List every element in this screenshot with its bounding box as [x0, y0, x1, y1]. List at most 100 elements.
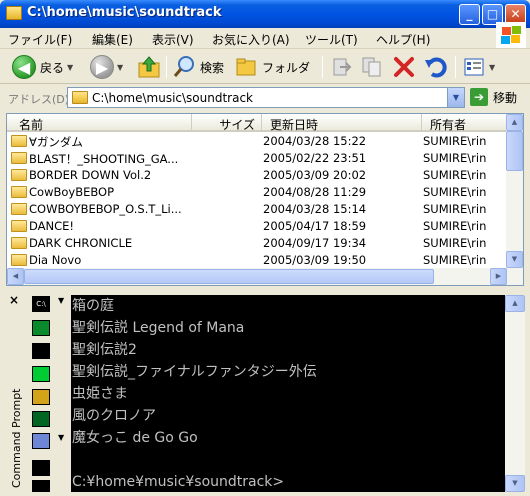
wrench-icon[interactable]: [32, 433, 50, 449]
undo-button[interactable]: [423, 54, 447, 80]
file-row[interactable]: DARK CHRONICLE 2004/09/17 19:34 SUMIRE\r…: [7, 235, 507, 252]
chevron-down-icon[interactable]: ▼: [58, 433, 64, 442]
export-arrow-icon[interactable]: [32, 389, 50, 405]
title-bar[interactable]: C:\home\music\soundtrack _ □ ✕: [0, 0, 530, 28]
file-name: BLAST！_SHOOTING_GA...: [29, 152, 179, 166]
file-owner: SUMIRE\rin: [423, 151, 487, 165]
move-to-button[interactable]: [330, 54, 354, 80]
copy-window-icon[interactable]: [32, 460, 50, 476]
close-icon[interactable]: ×: [9, 293, 19, 307]
scroll-down-icon[interactable]: ▼: [505, 475, 525, 492]
up-folder-button[interactable]: [137, 54, 161, 80]
file-modified: 2004/03/28 15:22: [263, 134, 367, 148]
column-header-size[interactable]: サイズ: [192, 114, 262, 132]
file-owner: SUMIRE\rin: [423, 253, 487, 267]
black-window-icon[interactable]: [32, 343, 50, 359]
copy-to-button[interactable]: [360, 54, 384, 80]
column-header-name[interactable]: 名前: [7, 114, 192, 132]
file-row[interactable]: BLAST！_SHOOTING_GA... 2005/02/22 23:51 S…: [7, 150, 507, 167]
address-value[interactable]: C:\home\music\soundtrack: [92, 91, 253, 105]
menu-view[interactable]: 表示(V): [152, 31, 194, 48]
folder-icon: [11, 169, 27, 181]
file-row[interactable]: CowBoyBEBOP 2004/08/28 11:29 SUMIRE\rin: [7, 184, 507, 201]
menu-help[interactable]: ヘルプ(H): [376, 31, 430, 48]
cmd-prompt-icon[interactable]: C:\: [32, 296, 50, 312]
back-arrow-icon: ◀: [12, 55, 36, 79]
chevron-down-icon[interactable]: ▼: [67, 63, 73, 72]
console-line: 虫姫さま: [72, 386, 128, 402]
console-scrollbar[interactable]: ▲ ▼: [505, 295, 525, 492]
folders-label: フォルダ: [262, 60, 311, 75]
file-name: Dia Novo: [29, 253, 82, 267]
forward-button[interactable]: ▶ ▼: [90, 54, 123, 80]
menu-tools[interactable]: ツール(T): [305, 31, 358, 48]
console-prompt[interactable]: C:¥home¥music¥soundtrack>: [72, 471, 505, 492]
file-name: ∀ガンダム: [29, 135, 83, 149]
forward-arrow-icon: ▶: [90, 55, 114, 79]
file-modified: 2005/03/09 19:50: [263, 253, 367, 267]
undo-icon: [425, 57, 447, 78]
file-row[interactable]: ∀ガンダム 2004/03/28 15:22 SUMIRE\rin: [7, 133, 507, 150]
chevron-down-icon[interactable]: ▼: [117, 63, 123, 72]
go-button[interactable]: ➔ 移動: [470, 88, 517, 106]
chevron-down-icon[interactable]: ▼: [489, 63, 495, 72]
file-row[interactable]: Dia Novo 2005/03/09 19:50 SUMIRE\rin: [7, 252, 507, 269]
file-name: CowBoyBEBOP: [29, 185, 115, 199]
folder-icon: [11, 186, 27, 198]
file-owner: SUMIRE\rin: [423, 185, 487, 199]
address-input[interactable]: C:\home\music\soundtrack ▼: [67, 87, 465, 108]
file-owner: SUMIRE\rin: [423, 236, 487, 250]
menu-edit[interactable]: 編集(E): [92, 31, 133, 48]
window-icon[interactable]: [32, 480, 50, 492]
column-header-modified[interactable]: 更新日時: [262, 114, 422, 132]
search-label: 検索: [200, 60, 225, 75]
green-window-icon[interactable]: [32, 366, 50, 382]
file-row[interactable]: DANCE! 2005/04/17 18:59 SUMIRE\rin: [7, 218, 507, 235]
views-button[interactable]: ▼: [462, 54, 495, 80]
console-output[interactable]: 箱の庭 聖剣伝説 Legend of Mana 聖剣伝説2 聖剣伝説_ファイナル…: [71, 295, 505, 492]
folder-icon: [11, 135, 27, 147]
file-name: BORDER DOWN Vol.2: [29, 168, 152, 182]
menu-favorites[interactable]: お気に入り(A): [212, 31, 290, 48]
file-name: DANCE!: [29, 219, 75, 233]
views-icon: [464, 58, 484, 76]
file-row[interactable]: COWBOYBEBOP_O.S.T_Li... 2004/03/28 15:14…: [7, 201, 507, 218]
delete-button[interactable]: [392, 54, 416, 80]
move-to-icon: [333, 58, 352, 76]
back-button[interactable]: ◀ 戻る ▼: [12, 54, 73, 80]
scroll-up-icon[interactable]: ▲: [505, 295, 525, 312]
search-button[interactable]: 検索: [172, 54, 224, 80]
delete-x-icon: [394, 57, 414, 77]
vertical-scrollbar[interactable]: ▲ ▼: [506, 114, 523, 268]
column-header-owner[interactable]: 所有者: [422, 114, 509, 132]
minimize-button[interactable]: _: [459, 4, 480, 25]
window-title: C:\home\music\soundtrack: [27, 5, 222, 20]
run-arrow-icon[interactable]: [32, 320, 50, 336]
panel-title: Command Prompt: [10, 388, 23, 489]
scroll-left-icon[interactable]: ◀: [7, 268, 24, 285]
chevron-down-icon[interactable]: ▼: [58, 296, 64, 305]
search-magnifier-icon: [173, 56, 194, 77]
menu-file[interactable]: ファイル(F): [8, 31, 72, 48]
folder-icon: [72, 91, 88, 104]
console-line: 箱の庭: [72, 298, 114, 314]
horizontal-scrollbar[interactable]: ◀ ▶: [7, 268, 523, 285]
folders-button[interactable]: フォルダ: [234, 54, 310, 80]
dark-green-icon[interactable]: [32, 411, 50, 427]
console-line: 聖剣伝説 Legend of Mana: [72, 320, 245, 336]
address-label: アドレス(D): [8, 93, 70, 106]
scroll-down-icon[interactable]: ▼: [506, 251, 523, 268]
file-modified: 2005/03/09 20:02: [263, 168, 367, 182]
folder-icon: [6, 6, 22, 20]
scroll-right-icon[interactable]: ▶: [490, 268, 507, 285]
folder-icon: [11, 152, 27, 164]
chevron-down-icon[interactable]: ▼: [447, 88, 464, 107]
scroll-up-icon[interactable]: ▲: [506, 114, 523, 131]
file-row[interactable]: BORDER DOWN Vol.2 2005/03/09 20:02 SUMIR…: [7, 167, 507, 184]
horizontal-scroll-thumb[interactable]: [24, 269, 434, 284]
console-line: 魔女っこ de Go Go: [72, 430, 198, 446]
console-line: 聖剣伝説2: [72, 342, 137, 358]
file-list[interactable]: 名前 サイズ 更新日時 所有者 ∀ガンダム 2004/03/28 15:22 S…: [6, 113, 524, 286]
scroll-thumb[interactable]: [506, 131, 523, 171]
